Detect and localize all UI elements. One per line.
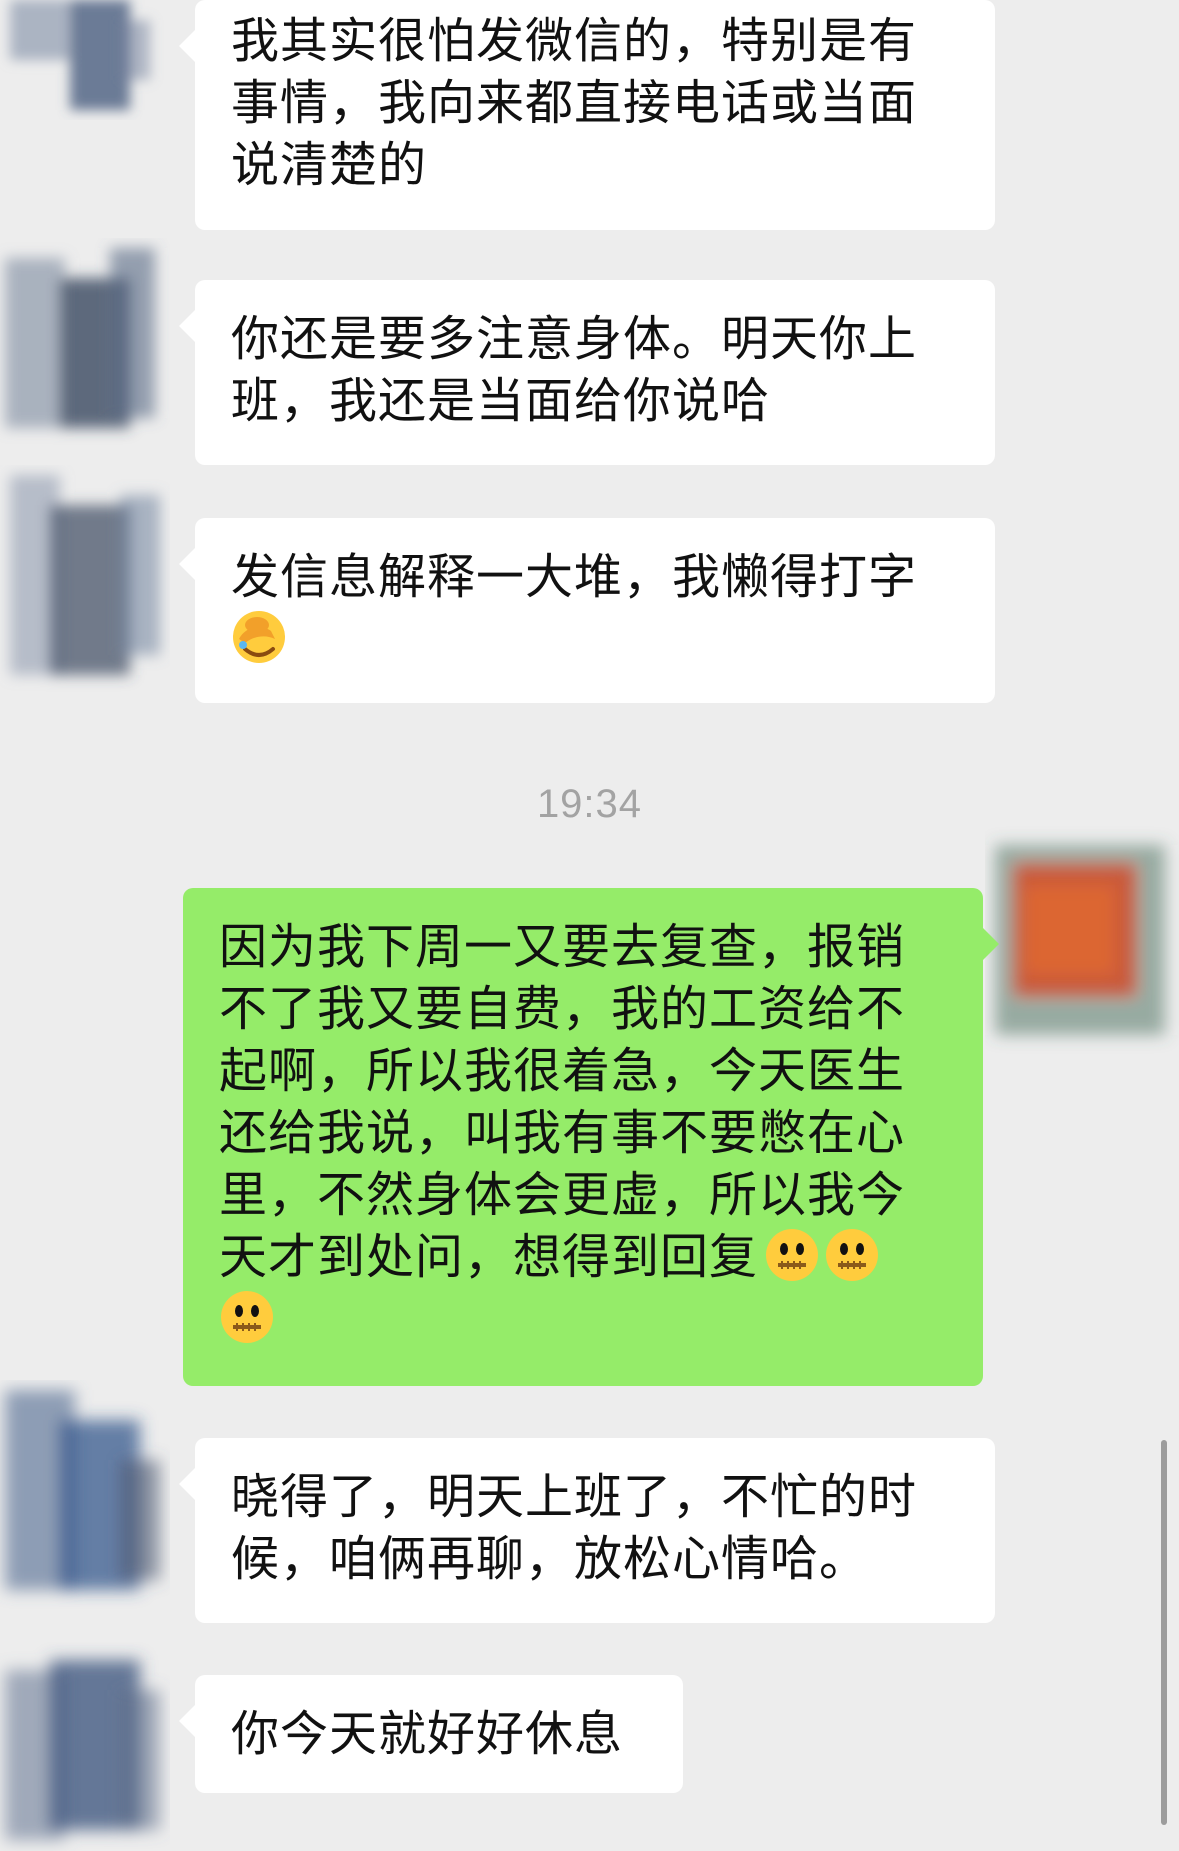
facepalm-emoji <box>231 609 287 665</box>
zipper-mouth-emoji <box>824 1227 880 1283</box>
chat-window: 我其实很怕发微信的，特别是有事情，我向来都直接电话或当面说清楚的 你还是要多注意… <box>0 0 1179 1851</box>
message-text: 你今天就好好休息 <box>231 1706 624 1762</box>
contact-avatar[interactable] <box>0 1640 170 1851</box>
incoming-message[interactable]: 你还是要多注意身体。明天你上班，我还是当面给你说哈 <box>179 280 995 465</box>
contact-avatar[interactable] <box>0 465 170 695</box>
incoming-message[interactable]: 我其实很怕发微信的，特别是有事情，我向来都直接电话或当面说清楚的 <box>179 0 995 230</box>
message-text: 你还是要多注意身体。明天你上班，我还是当面给你说哈 <box>231 311 918 429</box>
zipper-mouth-emoji <box>219 1289 275 1345</box>
scrollbar[interactable] <box>1161 1440 1167 1825</box>
my-avatar[interactable] <box>985 825 1179 1055</box>
contact-avatar[interactable] <box>0 238 170 458</box>
incoming-message[interactable]: 你今天就好好休息 <box>179 1675 683 1793</box>
zipper-mouth-emoji <box>764 1227 820 1283</box>
message-text: 发信息解释一大堆，我懒得打字 <box>231 549 918 605</box>
incoming-message[interactable]: 发信息解释一大堆，我懒得打字 <box>179 518 995 703</box>
contact-avatar[interactable] <box>0 0 170 120</box>
contact-avatar[interactable] <box>0 1380 170 1610</box>
outgoing-message[interactable]: 因为我下周一又要去复查，报销不了我又要自费，我的工资给不起啊，所以我很着急，今天… <box>183 888 999 1386</box>
message-timestamp: 19:34 <box>536 782 643 826</box>
message-text: 我其实很怕发微信的，特别是有事情，我向来都直接电话或当面说清楚的 <box>231 13 918 193</box>
message-text: 晓得了，明天上班了，不忙的时候，咱俩再聊，放松心情哈。 <box>231 1469 918 1587</box>
incoming-message[interactable]: 晓得了，明天上班了，不忙的时候，咱俩再聊，放松心情哈。 <box>179 1438 995 1623</box>
